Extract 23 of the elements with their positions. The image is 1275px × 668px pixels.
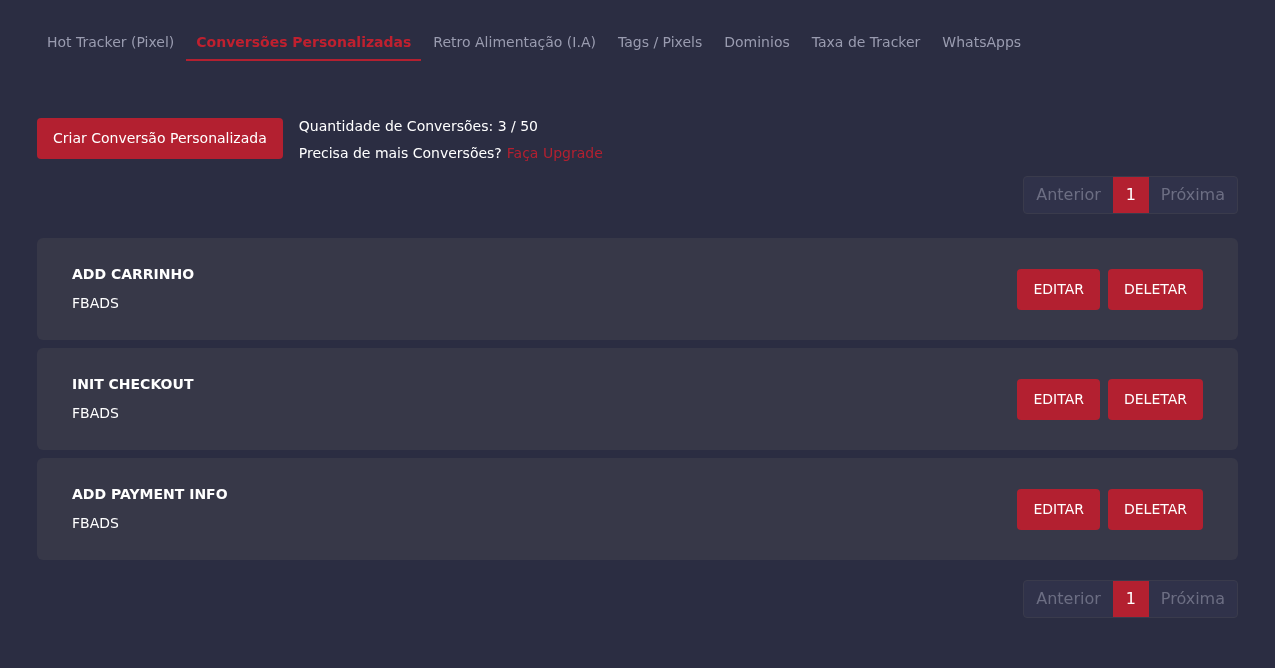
edit-button[interactable]: EDITAR (1017, 268, 1100, 310)
delete-button[interactable]: DELETAR (1107, 378, 1203, 420)
tab[interactable]: Tags / Pixels (607, 25, 713, 61)
conversion-source: FBADS (72, 294, 120, 313)
tab[interactable]: Retro Alimentação (I.A) (423, 25, 606, 61)
tab[interactable]: Hot Tracker (Pixel) (37, 25, 185, 61)
tab[interactable]: Dominios (714, 25, 800, 61)
tab[interactable]: Taxa de Tracker (801, 25, 931, 61)
page-button[interactable]: 1 (1112, 177, 1149, 213)
tab[interactable]: WhatsApps (932, 25, 1032, 61)
page-button[interactable]: 1 (1112, 581, 1149, 617)
edit-button[interactable]: EDITAR (1017, 378, 1100, 420)
upgrade-prompt: Precisa de mais Conversões? (298, 144, 502, 163)
create-conversion-button[interactable]: Criar Conversão Personalizada (37, 118, 283, 159)
quota-text: Quantidade de Conversões: 3 / 50 (298, 117, 539, 136)
conversion-source: FBADS (72, 404, 120, 423)
conversion-source: FBADS (72, 514, 120, 533)
conversion-name: ADD PAYMENT INFO (72, 485, 228, 504)
edit-button[interactable]: EDITAR (1017, 488, 1100, 530)
delete-button[interactable]: DELETAR (1107, 268, 1203, 310)
conversion-name: INIT CHECKOUT (72, 375, 194, 394)
conversion-name: ADD CARRINHO (72, 265, 195, 284)
delete-button[interactable]: DELETAR (1107, 488, 1203, 530)
